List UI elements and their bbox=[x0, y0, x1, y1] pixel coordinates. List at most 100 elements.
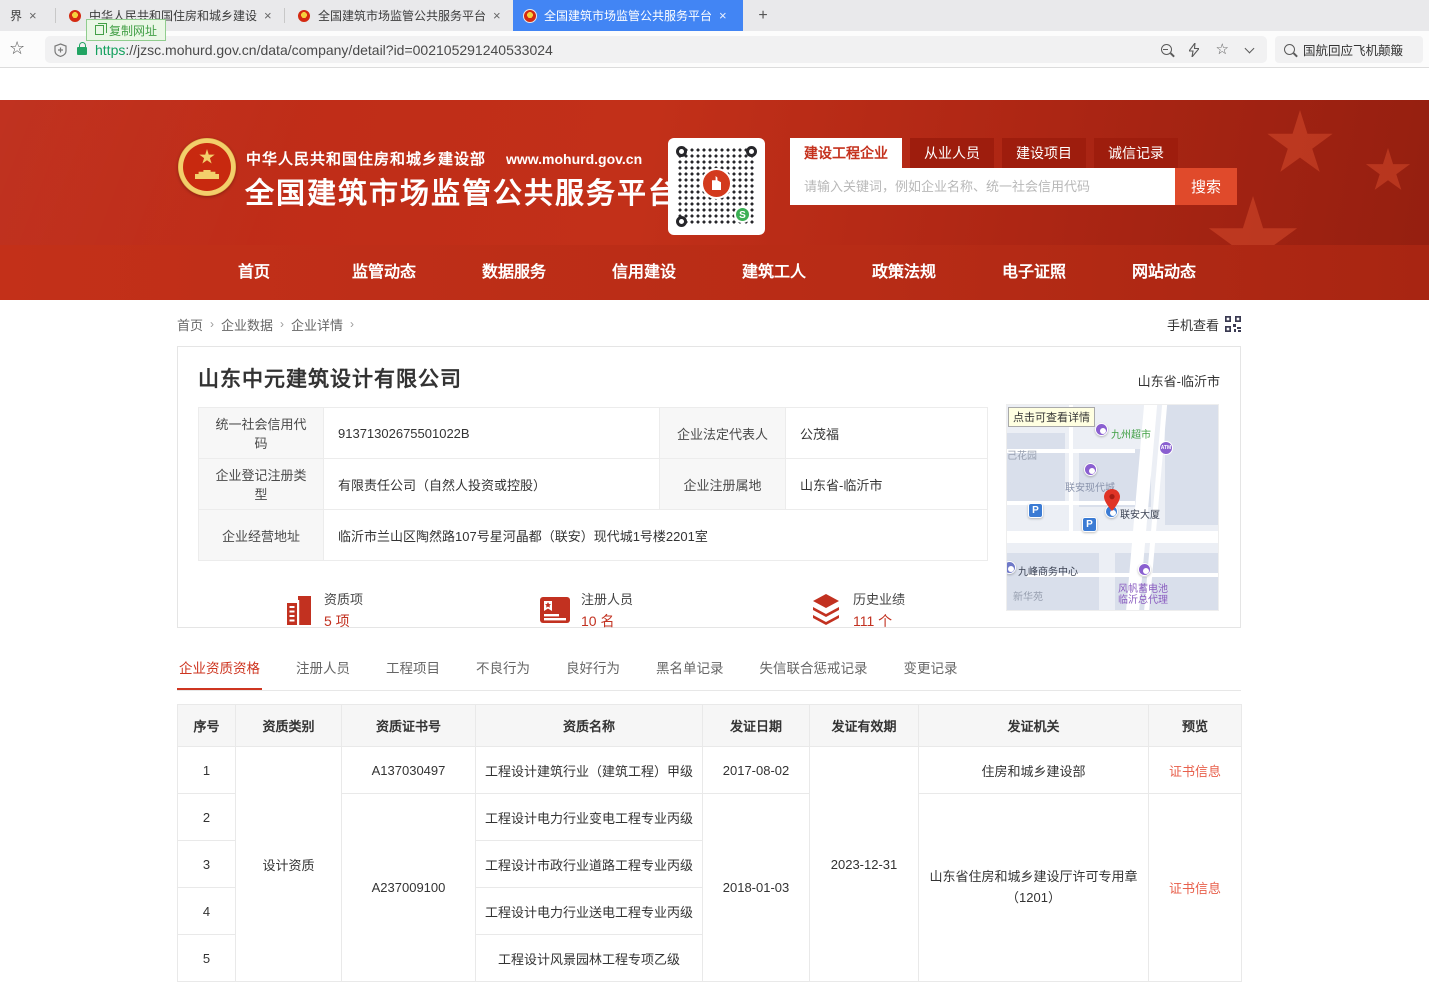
cell-preview: 证书信息 bbox=[1149, 794, 1242, 982]
authority-line-2: （1201） bbox=[925, 888, 1142, 909]
browser-tab-partial[interactable]: 界 × bbox=[0, 0, 52, 31]
cell-cert-no: A137030497 bbox=[342, 747, 476, 794]
col-name: 资质名称 bbox=[476, 705, 703, 747]
browser-tab-active[interactable]: 全国建筑市场监管公共服务平台 × bbox=[513, 0, 743, 31]
cell-no: 2 bbox=[178, 794, 236, 841]
search-submit-button[interactable]: 搜索 bbox=[1175, 168, 1237, 205]
legal-rep-value: 公茂福 bbox=[786, 408, 988, 459]
search-tab-enterprise[interactable]: 建设工程企业 bbox=[790, 138, 902, 168]
ministry-site-url: www.mohurd.gov.cn bbox=[506, 151, 642, 167]
lightning-icon[interactable] bbox=[1189, 43, 1199, 57]
url-text[interactable]: https://jzsc.mohurd.gov.cn/data/company/… bbox=[95, 42, 1161, 58]
detail-section-tabs: 企业资质资格 注册人员 工程项目 不良行为 良好行为 黑名单记录 失信联合惩戒记… bbox=[177, 651, 1241, 691]
map-label-battery-2: 临沂总代理 bbox=[1118, 591, 1168, 606]
qr-center-logo bbox=[701, 168, 732, 199]
cell-name: 工程设计建筑行业（建筑工程）甲级 bbox=[476, 747, 703, 794]
tab-bad-behavior[interactable]: 不良行为 bbox=[474, 651, 532, 690]
tab-registered-personnel[interactable]: 注册人员 bbox=[294, 651, 352, 690]
close-icon[interactable]: × bbox=[29, 8, 37, 23]
chevron-down-icon[interactable] bbox=[1245, 43, 1255, 53]
company-region: 山东省-临沂市 bbox=[1138, 371, 1220, 390]
ministry-name: 中华人民共和国住房和城乡建设部 bbox=[246, 148, 486, 169]
certificate-info-link[interactable]: 证书信息 bbox=[1169, 764, 1221, 779]
tab-good-behavior[interactable]: 良好行为 bbox=[564, 651, 622, 690]
new-tab-button[interactable]: + bbox=[752, 5, 774, 27]
company-name: 山东中元建筑设计有限公司 bbox=[198, 363, 1220, 393]
favorite-star-icon[interactable]: ☆ bbox=[1216, 42, 1229, 57]
cell-authority: 山东省住房和城乡建设厅许可专用章 （1201） bbox=[919, 794, 1149, 982]
site-favicon-icon bbox=[297, 9, 311, 23]
close-icon[interactable]: × bbox=[264, 8, 272, 23]
nav-item-ecert[interactable]: 电子证照 bbox=[969, 245, 1099, 300]
search-bar: 搜索 bbox=[790, 168, 1237, 205]
credit-code-value: 91371302675501022B bbox=[324, 408, 660, 459]
atm-marker-icon: ATM bbox=[1159, 441, 1173, 455]
tab-change-records[interactable]: 变更记录 bbox=[902, 651, 960, 690]
certificate-info-link[interactable]: 证书信息 bbox=[1169, 881, 1221, 896]
location-map[interactable]: 点击可查看详情 九州超市 ATM 己花园 联安现代城 联安大厦 P P 九峰商务… bbox=[1006, 404, 1219, 611]
nav-item-policy[interactable]: 政策法规 bbox=[839, 245, 969, 300]
header-search-widget: 建设工程企业 从业人员 建设项目 诚信记录 搜索 bbox=[790, 138, 1237, 205]
col-category: 资质类别 bbox=[236, 705, 342, 747]
residence-marker-icon bbox=[1084, 463, 1097, 476]
address-label: 企业经营地址 bbox=[199, 510, 324, 561]
copy-icon bbox=[95, 25, 104, 35]
breadcrumb-home[interactable]: 首页 bbox=[177, 315, 203, 334]
nav-item-data-service[interactable]: 数据服务 bbox=[449, 245, 579, 300]
search-tab-credit[interactable]: 诚信记录 bbox=[1094, 138, 1178, 168]
col-authority: 发证机关 bbox=[919, 705, 1149, 747]
mobile-view[interactable]: 手机查看 bbox=[1167, 315, 1241, 334]
nav-item-supervision[interactable]: 监管动态 bbox=[319, 245, 449, 300]
close-icon[interactable]: × bbox=[719, 8, 727, 23]
map-label-xinhua: 新华苑 bbox=[1013, 588, 1043, 603]
map-label-garden: 己花园 bbox=[1007, 447, 1037, 462]
qr-code-icon[interactable] bbox=[1225, 316, 1241, 332]
tab-qualifications[interactable]: 企业资质资格 bbox=[177, 651, 262, 690]
reg-area-label: 企业注册属地 bbox=[660, 459, 786, 510]
col-no: 序号 bbox=[178, 705, 236, 747]
nav-item-site-news[interactable]: 网站动态 bbox=[1099, 245, 1229, 300]
cell-name: 工程设计市政行业道路工程专业丙级 bbox=[476, 841, 703, 888]
qr-corner-icon bbox=[746, 146, 757, 157]
tab-title: 界 bbox=[10, 7, 22, 24]
cell-issue-date: 2017-08-02 bbox=[703, 747, 810, 794]
search-tab-personnel[interactable]: 从业人员 bbox=[910, 138, 994, 168]
quick-search-box[interactable]: 国航回应飞机颠簸 bbox=[1275, 36, 1423, 63]
browser-tab-jzsc-1[interactable]: 全国建筑市场监管公共服务平台 × bbox=[287, 0, 511, 31]
url-path: ://jzsc.mohurd.gov.cn/data/company/detai… bbox=[125, 42, 552, 58]
zoom-out-icon[interactable] bbox=[1161, 44, 1172, 55]
url-field[interactable]: https://jzsc.mohurd.gov.cn/data/company/… bbox=[45, 36, 1267, 63]
company-summary-card: 山东中元建筑设计有限公司 山东省-临沂市 统一社会信用代码 9137130267… bbox=[177, 346, 1241, 628]
close-icon[interactable]: × bbox=[493, 8, 501, 23]
tab-title: 全国建筑市场监管公共服务平台 bbox=[544, 7, 712, 24]
keyword-search-input[interactable] bbox=[790, 168, 1175, 205]
search-tab-project[interactable]: 建设项目 bbox=[1002, 138, 1086, 168]
tab-separator bbox=[284, 8, 285, 23]
nav-item-home[interactable]: 首页 bbox=[189, 245, 319, 300]
col-validity: 发证有效期 bbox=[810, 705, 919, 747]
tab-projects[interactable]: 工程项目 bbox=[384, 651, 442, 690]
search-icon bbox=[1284, 44, 1295, 55]
parking-icon: P bbox=[1082, 517, 1097, 532]
map-tooltip: 点击可查看详情 bbox=[1008, 407, 1095, 427]
bookmark-star-icon[interactable]: ☆ bbox=[9, 38, 25, 59]
col-issue-date: 发证日期 bbox=[703, 705, 810, 747]
personnel-card-icon bbox=[539, 595, 571, 625]
tab-title: 全国建筑市场监管公共服务平台 bbox=[318, 7, 486, 24]
tab-dishonesty-records[interactable]: 失信联合惩戒记录 bbox=[758, 651, 870, 690]
cell-no: 4 bbox=[178, 888, 236, 935]
qualification-table: 序号 资质类别 资质证书号 资质名称 发证日期 发证有效期 发证机关 预览 1 … bbox=[177, 704, 1242, 982]
site-header: 中华人民共和国住房和城乡建设部 www.mohurd.gov.cn 全国建筑市场… bbox=[0, 100, 1429, 245]
nav-item-workers[interactable]: 建筑工人 bbox=[709, 245, 839, 300]
browser-chrome: 界 × 中华人民共和国住房和城乡建设 × 全国建筑市场监管公共服务平台 × 全国… bbox=[0, 0, 1429, 68]
cell-issue-date: 2018-01-03 bbox=[703, 794, 810, 982]
address-bar-actions: ☆ bbox=[1161, 42, 1253, 57]
tab-blacklist[interactable]: 黑名单记录 bbox=[654, 651, 726, 690]
nav-item-credit[interactable]: 信用建设 bbox=[579, 245, 709, 300]
table-header-row: 序号 资质类别 资质证书号 资质名称 发证日期 发证有效期 发证机关 预览 bbox=[178, 705, 1242, 747]
cell-no: 1 bbox=[178, 747, 236, 794]
breadcrumb-company-data[interactable]: 企业数据 bbox=[221, 315, 273, 334]
stat-registered-personnel: 注册人员 10 名 bbox=[539, 589, 633, 631]
cell-cert-no: A237009100 bbox=[342, 794, 476, 982]
main-navigation: 首页 监管动态 数据服务 信用建设 建筑工人 政策法规 电子证照 网站动态 bbox=[0, 245, 1429, 300]
